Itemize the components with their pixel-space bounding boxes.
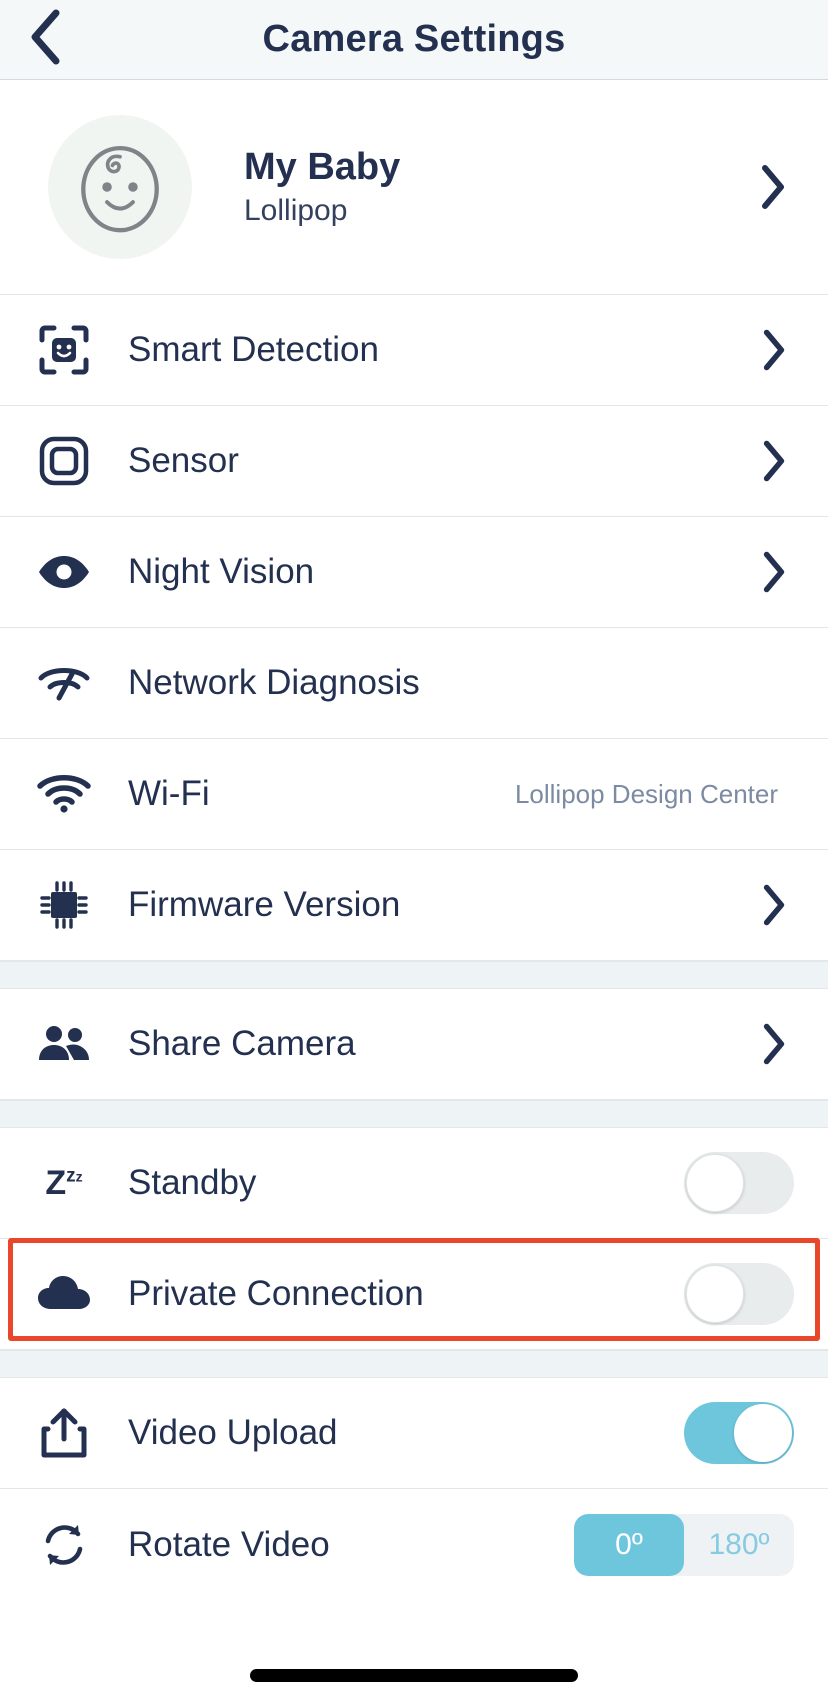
rotate-video-segmented-control[interactable]: 0º 180º	[574, 1513, 794, 1576]
chevron-right-icon	[763, 440, 785, 482]
section-separator	[0, 1350, 828, 1378]
camera-profile-row[interactable]: My Baby Lollipop	[0, 80, 828, 295]
share-people-icon	[28, 1023, 100, 1065]
toggle-knob	[686, 1265, 744, 1323]
page-title: Camera Settings	[262, 18, 566, 60]
toggle-knob	[734, 1404, 792, 1462]
row-standby[interactable]: Zzz Standby	[0, 1128, 828, 1239]
rotate-option-180[interactable]: 180º	[684, 1514, 794, 1576]
row-sensor[interactable]: Sensor	[0, 406, 828, 517]
row-night-vision[interactable]: Night Vision	[0, 517, 828, 628]
row-smart-detection[interactable]: Smart Detection	[0, 295, 828, 406]
video-upload-toggle[interactable]	[684, 1402, 794, 1464]
camera-name: My Baby	[244, 146, 401, 189]
row-label: Standby	[128, 1163, 257, 1202]
row-network-diagnosis[interactable]: Network Diagnosis	[0, 628, 828, 739]
sensor-square-icon	[28, 436, 100, 486]
row-private-connection[interactable]: Private Connection	[0, 1239, 828, 1350]
row-chevron	[762, 328, 794, 372]
row-chevron	[762, 883, 794, 927]
rotate-video-icon	[28, 1520, 100, 1570]
row-label: Video Upload	[128, 1413, 338, 1452]
row-label: Private Connection	[128, 1274, 424, 1313]
row-chevron	[762, 550, 794, 594]
camera-settings-screen: Camera Settings My Baby Lollipop Smart D…	[0, 0, 828, 1696]
private-connection-toggle[interactable]	[684, 1263, 794, 1325]
row-label: Rotate Video	[128, 1524, 330, 1564]
row-wifi[interactable]: Wi-Fi Lollipop Design Center	[0, 739, 828, 850]
row-video-upload[interactable]: Video Upload	[0, 1378, 828, 1489]
cloud-icon	[28, 1275, 100, 1313]
avatar	[48, 115, 192, 259]
row-label: Network Diagnosis	[128, 663, 420, 702]
chevron-right-icon	[763, 884, 785, 926]
profile-chevron	[760, 164, 794, 210]
row-label: Share Camera	[128, 1024, 356, 1063]
toggle-knob	[686, 1154, 744, 1212]
video-upload-icon	[28, 1407, 100, 1459]
wifi-network-value: Lollipop Design Center	[514, 778, 778, 809]
smart-detection-face-icon	[28, 324, 100, 376]
section-separator	[0, 961, 828, 989]
row-share-camera[interactable]: Share Camera	[0, 989, 828, 1100]
app-header: Camera Settings	[0, 0, 828, 80]
row-chevron	[762, 1022, 794, 1066]
chevron-right-icon	[763, 551, 785, 593]
standby-toggle[interactable]	[684, 1152, 794, 1214]
row-label: Wi-Fi	[128, 774, 210, 813]
standby-zzz-icon: Zzz	[45, 1163, 83, 1202]
firmware-chip-icon	[28, 880, 100, 930]
section-separator	[0, 1100, 828, 1128]
row-firmware-version[interactable]: Firmware Version	[0, 850, 828, 961]
rotate-option-0[interactable]: 0º	[574, 1513, 684, 1576]
wifi-icon	[28, 773, 100, 815]
row-label: Sensor	[128, 441, 239, 480]
night-vision-eye-icon	[28, 552, 100, 592]
row-label: Smart Detection	[128, 330, 379, 369]
network-diagnosis-icon	[28, 662, 100, 704]
row-rotate-video[interactable]: Rotate Video 0º 180º	[0, 1489, 828, 1600]
camera-subtitle: Lollipop	[244, 193, 348, 227]
row-label: Firmware Version	[128, 885, 401, 924]
chevron-right-icon	[762, 165, 784, 209]
row-label: Night Vision	[128, 552, 315, 591]
profile-text: My Baby Lollipop	[192, 146, 760, 228]
row-chevron	[762, 439, 794, 483]
chevron-right-icon	[763, 1023, 785, 1065]
home-indicator	[250, 1669, 578, 1682]
chevron-right-icon	[763, 329, 785, 371]
baby-face-icon	[81, 145, 159, 233]
